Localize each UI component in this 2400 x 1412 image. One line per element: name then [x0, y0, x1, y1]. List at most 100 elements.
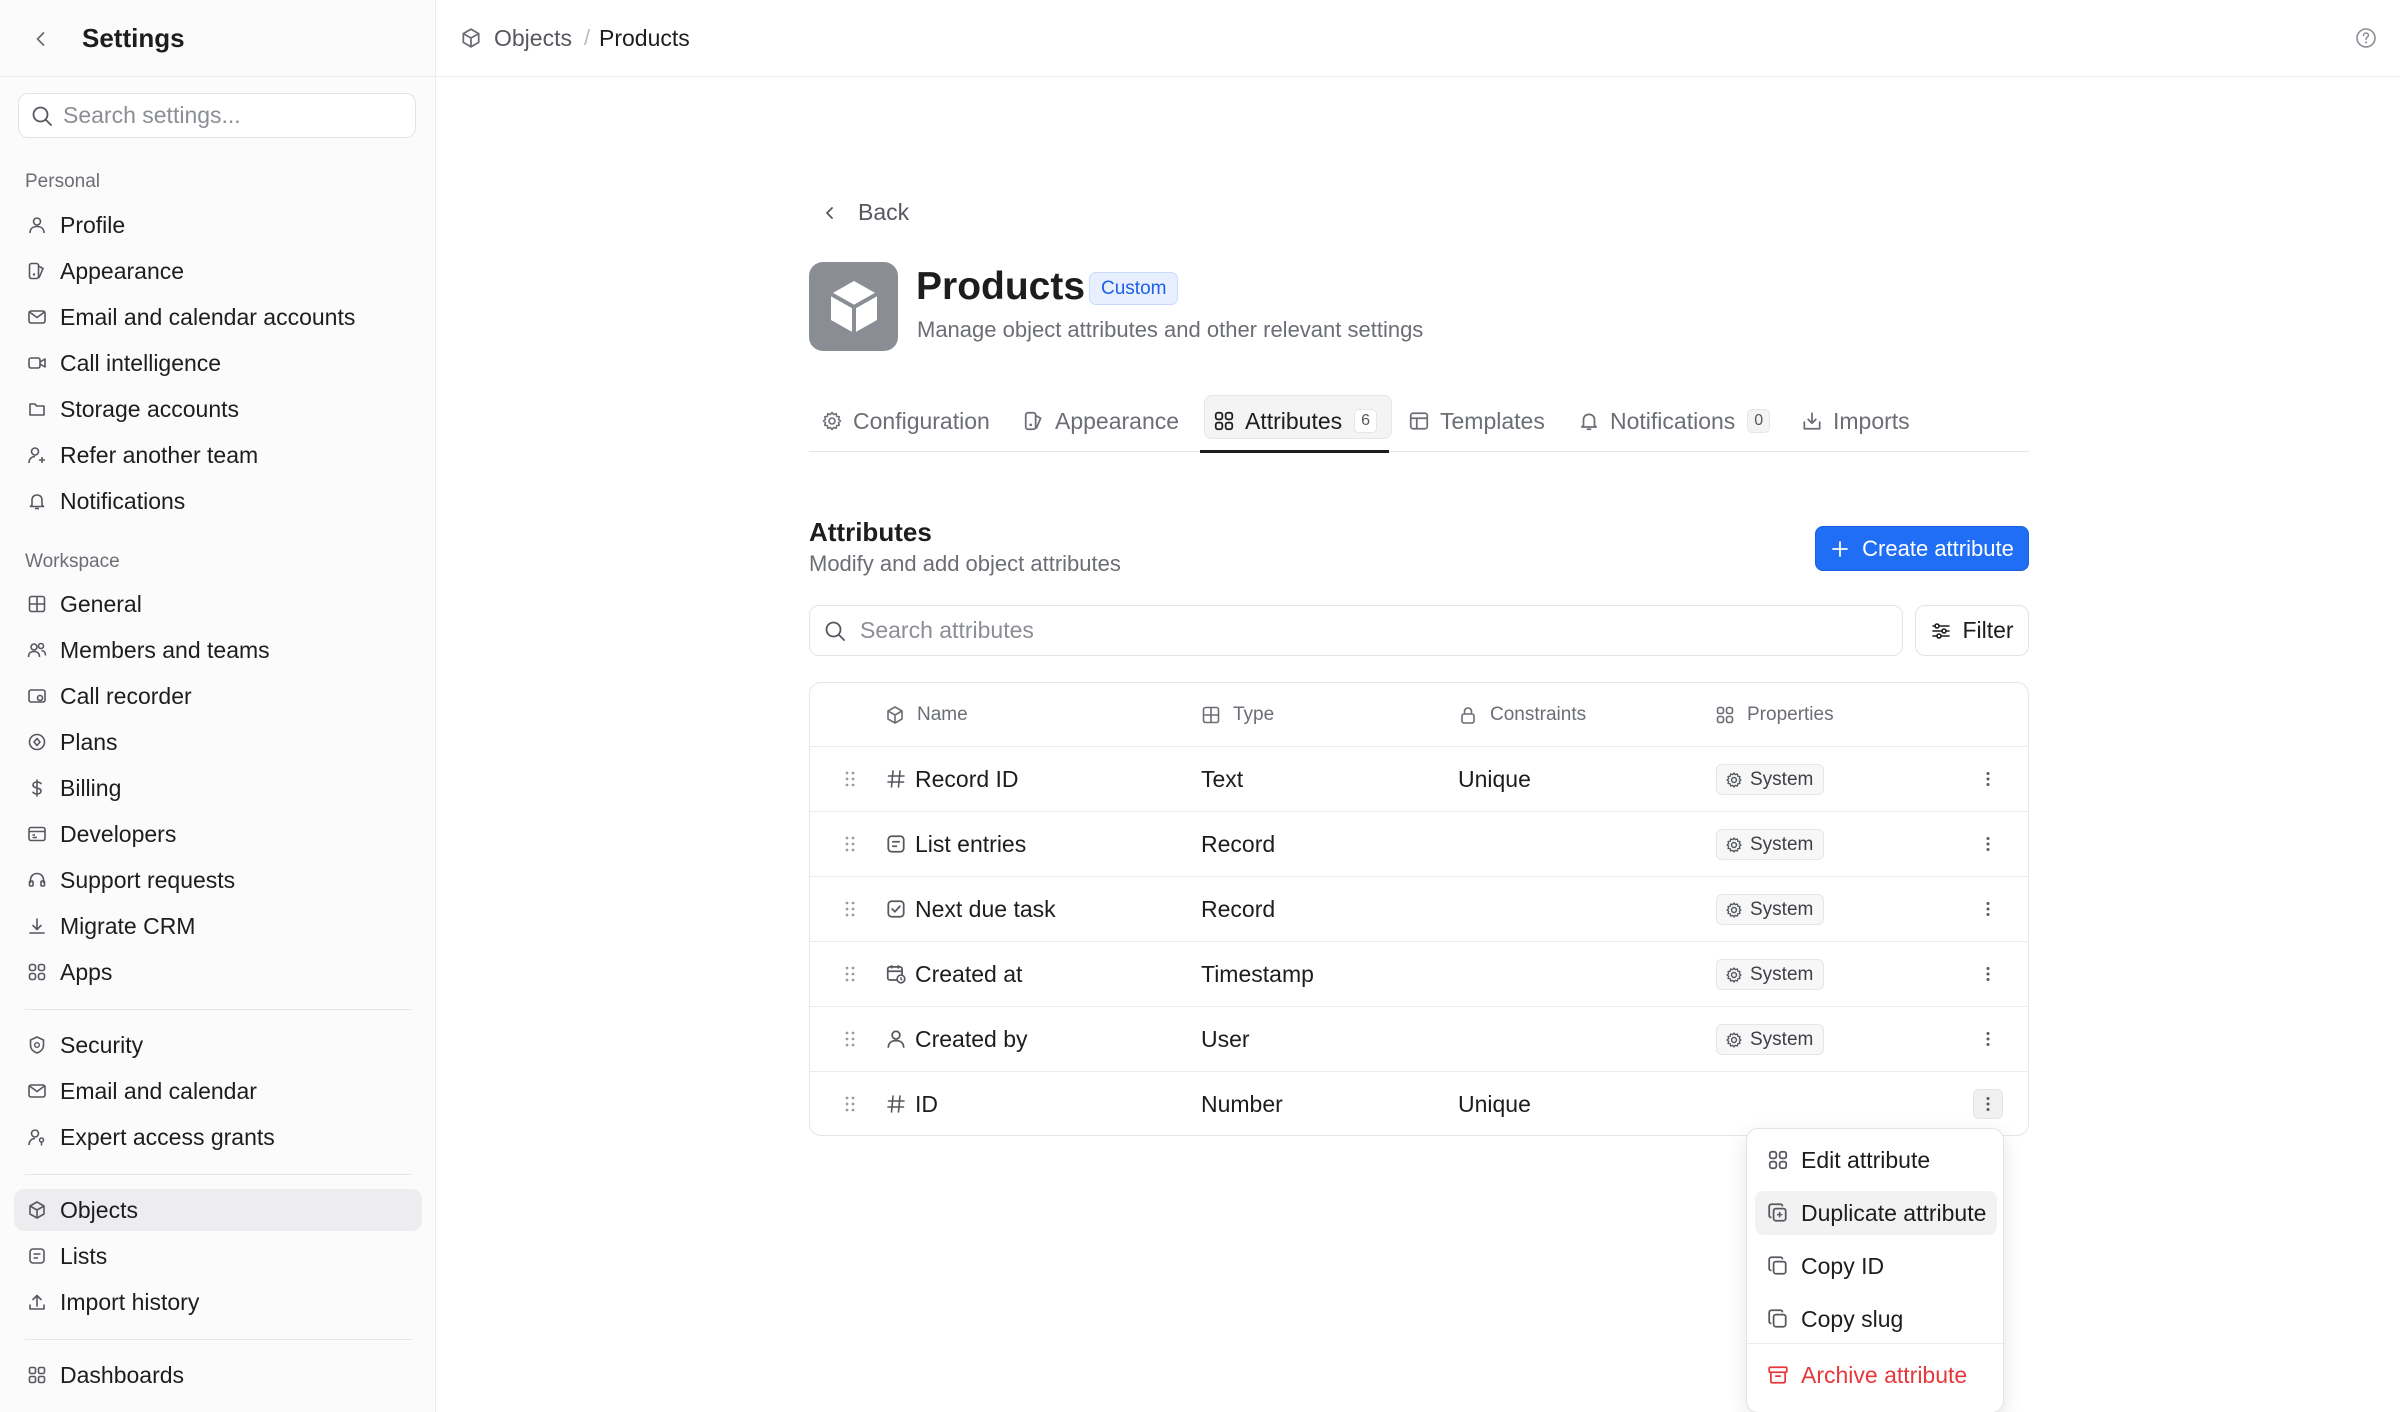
- tab-imports[interactable]: Imports: [1801, 390, 1910, 452]
- drag-handle-icon[interactable]: [840, 1029, 860, 1049]
- menu-item-copy-id[interactable]: Copy ID: [1755, 1244, 1997, 1288]
- sidebar-item-profile[interactable]: Profile: [14, 204, 422, 246]
- sidebar-item-members-teams[interactable]: Members and teams: [14, 629, 422, 671]
- cube-icon: [26, 1199, 48, 1221]
- settings-search-input[interactable]: [63, 102, 403, 129]
- attribute-name: Created at: [915, 961, 1023, 987]
- help-icon[interactable]: [2354, 26, 2378, 50]
- page-subtitle: Manage object attributes and other relev…: [917, 317, 1424, 342]
- sidebar-item-notifications[interactable]: Notifications: [14, 480, 422, 522]
- sidebar-item-security[interactable]: Security: [14, 1024, 422, 1066]
- filter-label: Filter: [1962, 617, 2014, 643]
- sidebar-item-general[interactable]: General: [14, 583, 422, 625]
- drag-handle-icon[interactable]: [840, 964, 860, 984]
- sidebar-item-dashboards[interactable]: Dashboards: [14, 1354, 422, 1396]
- sidebar-divider: [25, 1174, 411, 1175]
- sidebar-item-appearance[interactable]: Appearance: [14, 250, 422, 292]
- sidebar-item-label: Import history: [60, 1288, 200, 1315]
- sidebar-item-label: Appearance: [60, 257, 185, 284]
- user-icon: [26, 214, 48, 236]
- sidebar-item-label: Plans: [60, 728, 118, 755]
- top-bar: Objects / Products: [436, 0, 2400, 77]
- settings-search[interactable]: [18, 93, 416, 138]
- gear-icon: [1725, 966, 1743, 984]
- table-row[interactable]: ID Number Unique: [810, 1072, 2028, 1135]
- tab-label: Appearance: [1055, 407, 1180, 434]
- filter-sliders-icon: [1930, 620, 1952, 642]
- apps-icon: [1213, 410, 1235, 432]
- sidebar-item-developers[interactable]: Developers: [14, 813, 422, 855]
- filter-button[interactable]: Filter: [1915, 605, 2029, 656]
- sidebar-item-plans[interactable]: Plans: [14, 721, 422, 763]
- sidebar-item-call-recorder[interactable]: Call recorder: [14, 675, 422, 717]
- sidebar-item-label: Developers: [60, 820, 177, 847]
- sidebar-item-import-history[interactable]: Import history: [14, 1281, 422, 1323]
- back-chevron-icon[interactable]: [26, 24, 56, 54]
- back-link[interactable]: Back: [820, 199, 909, 226]
- sidebar-item-email-calendar-accounts[interactable]: Email and calendar accounts: [14, 296, 422, 338]
- shield-icon: [26, 1034, 48, 1056]
- tab-notifications[interactable]: Notifications 0: [1578, 390, 1771, 452]
- chevron-left-icon: [820, 203, 840, 223]
- menu-item-duplicate-attribute[interactable]: Duplicate attribute: [1755, 1191, 1997, 1235]
- menu-item-label: Duplicate attribute: [1801, 1199, 1987, 1226]
- sidebar-item-billing[interactable]: Billing: [14, 767, 422, 809]
- sidebar-divider: [25, 1339, 411, 1340]
- attributes-subtitle: Modify and add object attributes: [809, 551, 1121, 576]
- table-row[interactable]: List entries Record System: [810, 812, 2028, 877]
- sidebar-item-refer-team[interactable]: Refer another team: [14, 434, 422, 476]
- attribute-name: ID: [915, 1091, 938, 1117]
- menu-item-archive-attribute[interactable]: Archive attribute: [1755, 1353, 1997, 1397]
- sidebar-item-lists[interactable]: Lists: [14, 1235, 422, 1277]
- sidebar-item-call-intelligence[interactable]: Call intelligence: [14, 342, 422, 384]
- tab-appearance[interactable]: Appearance: [1023, 390, 1179, 452]
- more-options-icon[interactable]: [1973, 1024, 2003, 1054]
- settings-sidebar: Settings Personal Profile Appearance Ema…: [0, 0, 436, 1412]
- cube-icon: [460, 27, 482, 49]
- drag-handle-icon[interactable]: [840, 834, 860, 854]
- tab-templates[interactable]: Templates: [1408, 390, 1545, 452]
- table-row[interactable]: Created by User System: [810, 1007, 2028, 1072]
- column-header-constraints[interactable]: Constraints: [1458, 683, 1586, 746]
- more-options-icon[interactable]: [1973, 829, 2003, 859]
- column-header-properties[interactable]: Properties: [1715, 683, 1834, 746]
- drag-handle-icon[interactable]: [840, 1094, 860, 1114]
- tab-configuration[interactable]: Configuration: [821, 390, 990, 452]
- sidebar-item-storage-accounts[interactable]: Storage accounts: [14, 388, 422, 430]
- more-options-icon[interactable]: [1973, 894, 2003, 924]
- more-options-icon[interactable]: [1973, 1089, 2003, 1119]
- attribute-constraints: Unique: [1458, 1091, 1531, 1117]
- column-header-name[interactable]: Name: [885, 683, 968, 746]
- apps-icon: [1767, 1149, 1789, 1171]
- column-header-type[interactable]: Type: [1201, 683, 1274, 746]
- tab-attributes[interactable]: Attributes 6: [1204, 390, 1392, 452]
- recorder-icon: [26, 685, 48, 707]
- table-row[interactable]: Record ID Text Unique System: [810, 747, 2028, 812]
- drag-handle-icon[interactable]: [840, 899, 860, 919]
- menu-item-copy-slug[interactable]: Copy slug: [1755, 1297, 1997, 1341]
- system-badge: System: [1716, 894, 1825, 925]
- sidebar-item-support-requests[interactable]: Support requests: [14, 859, 422, 901]
- import-icon: [1801, 410, 1823, 432]
- headset-icon: [26, 869, 48, 891]
- attribute-search[interactable]: [809, 605, 1903, 656]
- sidebar-item-migrate-crm[interactable]: Migrate CRM: [14, 905, 422, 947]
- sidebar-item-email-calendar[interactable]: Email and calendar: [14, 1070, 422, 1112]
- breadcrumb-objects[interactable]: Objects: [494, 25, 572, 52]
- attributes-table: Name Type Constraints Properties Record …: [809, 682, 2029, 1136]
- drag-handle-icon[interactable]: [840, 769, 860, 789]
- more-options-icon[interactable]: [1973, 764, 2003, 794]
- menu-item-label: Copy ID: [1801, 1252, 1885, 1279]
- create-attribute-button[interactable]: Create attribute: [1815, 526, 2029, 571]
- sidebar-item-apps[interactable]: Apps: [14, 951, 422, 993]
- attribute-search-input[interactable]: [860, 617, 1860, 644]
- more-options-icon[interactable]: [1973, 959, 2003, 989]
- sidebar-item-expert-access[interactable]: Expert access grants: [14, 1116, 422, 1158]
- sidebar-item-label: Objects: [60, 1196, 138, 1223]
- table-row[interactable]: Created at Timestamp System: [810, 942, 2028, 1007]
- table-row[interactable]: Next due task Record System: [810, 877, 2028, 942]
- sidebar-item-objects[interactable]: Objects: [14, 1189, 422, 1231]
- menu-item-edit-attribute[interactable]: Edit attribute: [1755, 1138, 1997, 1182]
- attribute-type: Number: [1201, 1091, 1283, 1117]
- tab-label: Configuration: [853, 407, 990, 434]
